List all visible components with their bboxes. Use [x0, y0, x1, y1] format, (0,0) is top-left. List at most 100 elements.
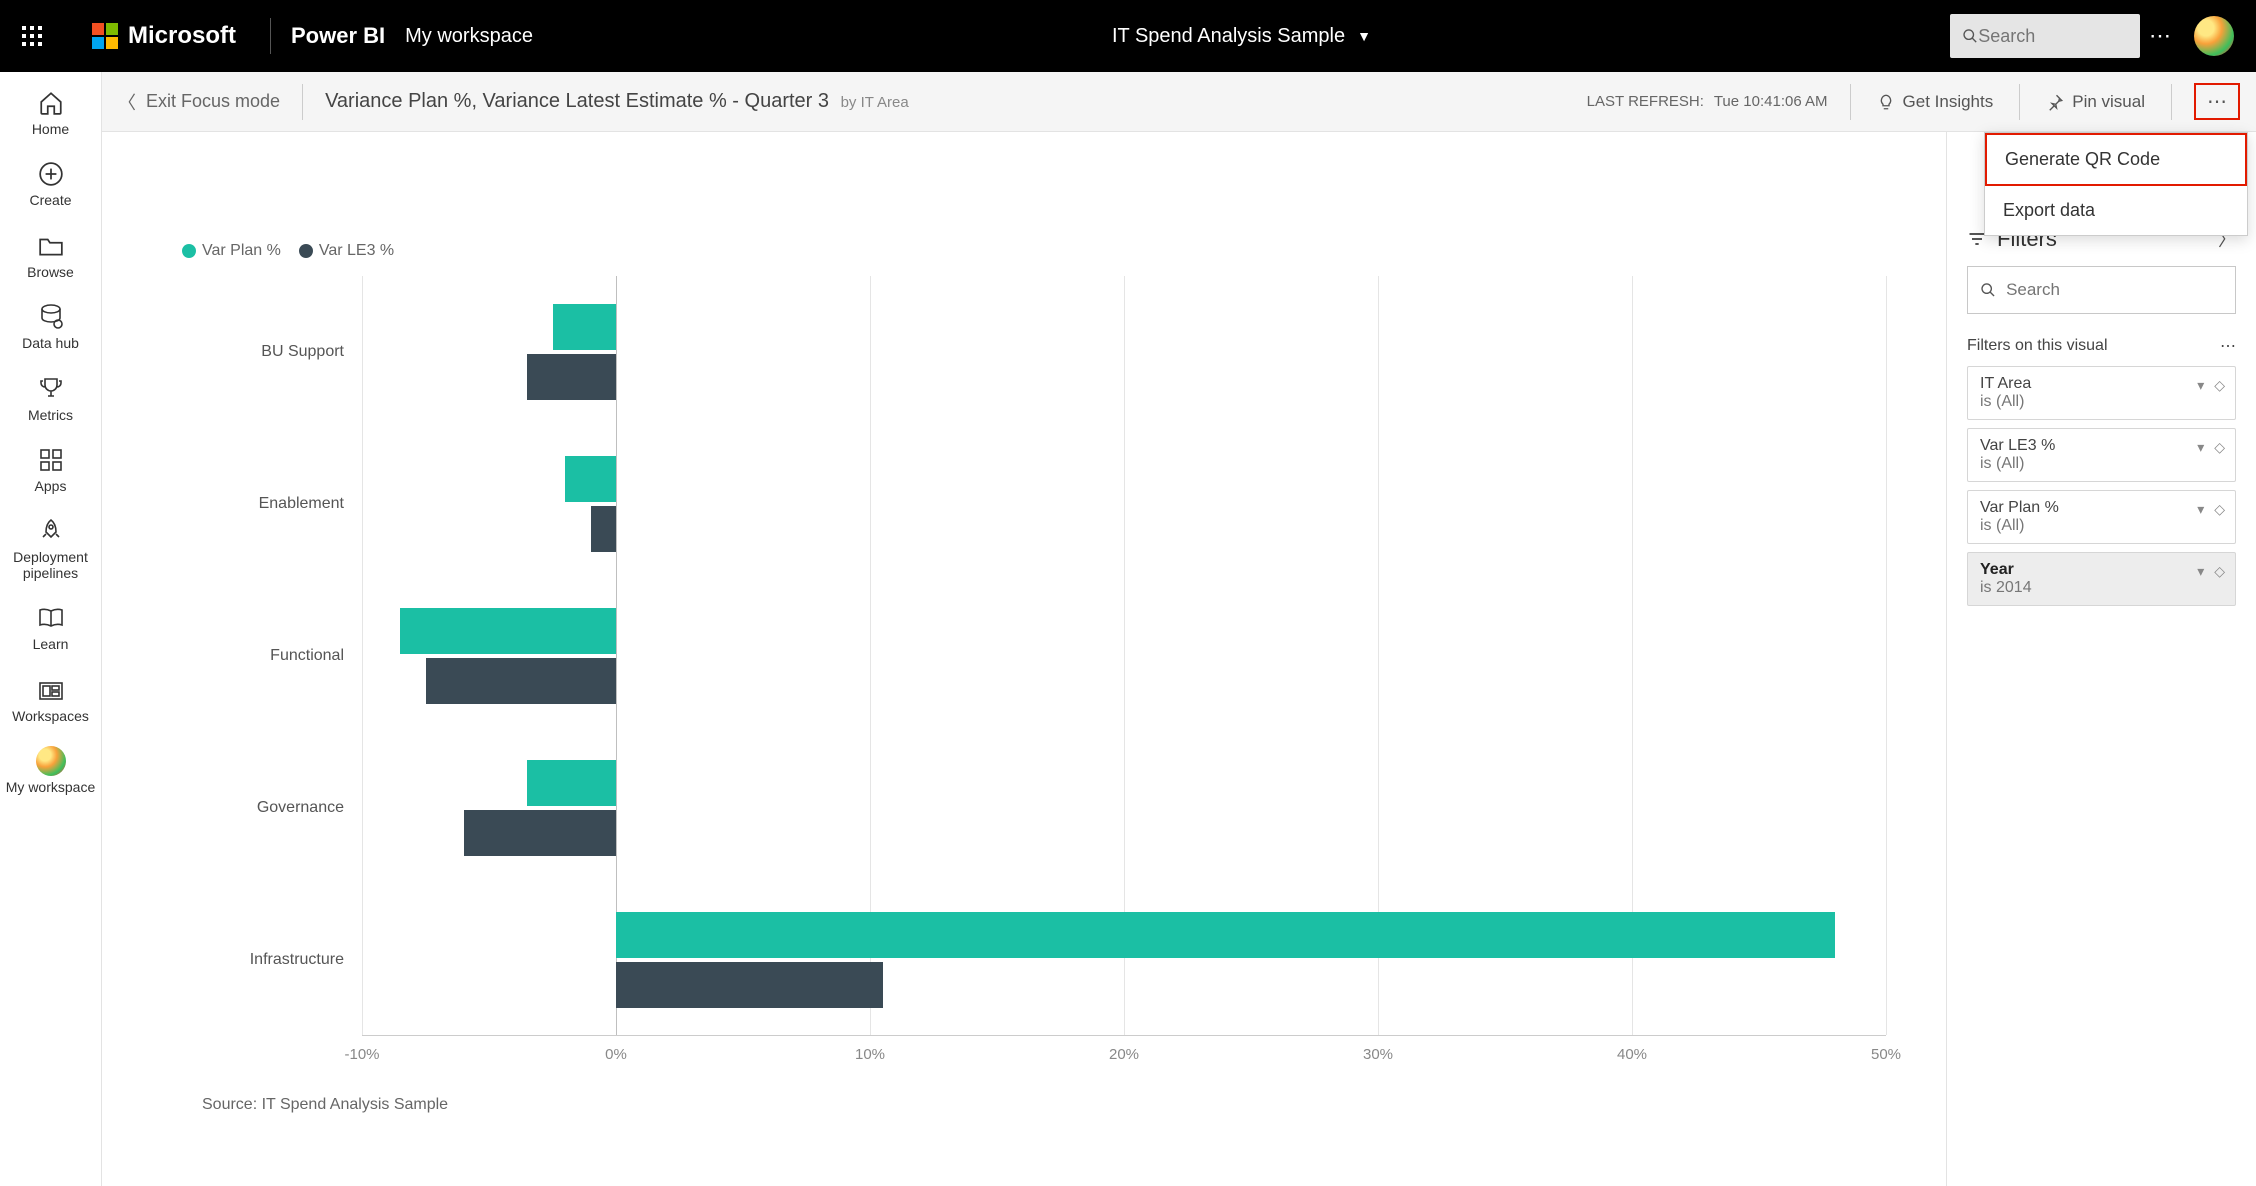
exit-focus-mode[interactable]: 〈 Exit Focus mode	[118, 89, 280, 115]
chart-source: Source: IT Spend Analysis Sample	[202, 1096, 1916, 1114]
bar[interactable]	[464, 810, 616, 856]
chevron-left-icon: 〈	[118, 89, 136, 115]
rail-workspaces[interactable]: Workspaces	[0, 665, 101, 736]
chart-plot[interactable]	[362, 276, 1886, 1036]
chevron-down-icon[interactable]: ▾	[2197, 439, 2204, 456]
eraser-icon[interactable]: ◇	[2214, 501, 2225, 518]
bar[interactable]	[565, 456, 616, 502]
bar[interactable]	[616, 912, 1835, 958]
filters-search[interactable]	[1967, 266, 2236, 314]
filter-value: is (All)	[1980, 393, 2223, 411]
report-title: IT Spend Analysis Sample	[1112, 25, 1345, 48]
subheader-divider-4	[2171, 84, 2172, 120]
last-refresh: LAST REFRESH: Tue 10:41:06 AM	[1587, 93, 1828, 110]
lightbulb-icon	[1877, 93, 1895, 111]
database-icon	[39, 302, 63, 332]
global-search-input[interactable]	[1978, 26, 2128, 47]
visual-title: Variance Plan %, Variance Latest Estimat…	[325, 90, 909, 113]
chevron-down-icon[interactable]: ▾	[2197, 501, 2204, 518]
bar[interactable]	[527, 760, 616, 806]
home-icon	[38, 88, 64, 118]
filter-card[interactable]: Year is 2014 ▾ ◇	[1967, 552, 2236, 606]
legend-swatch-dark	[299, 244, 313, 258]
filters-panel: Filters 〉 Filters on this visual ⋯ IT Ar…	[1946, 132, 2256, 1186]
app-launcher-icon[interactable]	[12, 26, 52, 46]
y-axis-labels: BU SupportEnablementFunctionalGovernance…	[182, 276, 362, 1036]
rail-browse[interactable]: Browse	[0, 221, 101, 292]
filter-name: Year	[1980, 561, 2223, 579]
y-tick-label: Functional	[184, 647, 344, 665]
rail-metrics[interactable]: Metrics	[0, 364, 101, 435]
header-divider	[270, 18, 271, 54]
x-tick-label: 20%	[1109, 1046, 1139, 1063]
user-avatar[interactable]	[2194, 16, 2234, 56]
bar[interactable]	[400, 608, 616, 654]
book-icon	[38, 603, 64, 633]
filter-card[interactable]: Var Plan % is (All) ▾ ◇	[1967, 490, 2236, 544]
powerbi-label[interactable]: Power BI	[291, 23, 385, 49]
menu-generate-qr[interactable]: Generate QR Code	[1985, 133, 2247, 186]
rail-home[interactable]: Home	[0, 78, 101, 149]
bar[interactable]	[426, 658, 617, 704]
top-header: Microsoft Power BI My workspace IT Spend…	[0, 0, 2256, 72]
subheader-divider	[302, 84, 303, 120]
bar[interactable]	[591, 506, 616, 552]
filter-card[interactable]: IT Area is (All) ▾ ◇	[1967, 366, 2236, 420]
more-icon[interactable]: ⋯	[2220, 336, 2236, 356]
chevron-down-icon: ▼	[1357, 28, 1371, 44]
x-tick-label: 10%	[855, 1046, 885, 1063]
eraser-icon[interactable]: ◇	[2214, 439, 2225, 456]
menu-export-data[interactable]: Export data	[1985, 186, 2247, 235]
bar[interactable]	[527, 354, 616, 400]
rail-create[interactable]: Create	[0, 149, 101, 220]
workspaces-icon	[38, 675, 64, 705]
header-more-icon[interactable]: ⋯	[2140, 23, 2180, 49]
report-title-dropdown[interactable]: IT Spend Analysis Sample ▼	[533, 25, 1950, 48]
workspace-breadcrumb[interactable]: My workspace	[405, 25, 533, 48]
eraser-icon[interactable]: ◇	[2214, 563, 2225, 580]
legend-item-var-le3[interactable]: Var LE3 %	[299, 242, 394, 260]
rail-apps[interactable]: Apps	[0, 435, 101, 506]
legend-item-var-plan[interactable]: Var Plan %	[182, 242, 281, 260]
rail-datahub[interactable]: Data hub	[0, 292, 101, 363]
chevron-down-icon[interactable]: ▾	[2197, 377, 2204, 394]
pin-visual-button[interactable]: Pin visual	[2042, 92, 2149, 112]
filter-value: is (All)	[1980, 517, 2223, 535]
filter-value: is 2014	[1980, 579, 2223, 597]
y-tick-label: Infrastructure	[184, 951, 344, 969]
left-nav-rail: Home Create Browse Data hub Metrics Apps…	[0, 72, 102, 1186]
filter-value: is (All)	[1980, 455, 2223, 473]
x-axis-labels: -10%0%10%20%30%40%50%	[362, 1046, 1886, 1076]
filter-name: Var LE3 %	[1980, 437, 2223, 455]
x-tick-label: 50%	[1871, 1046, 1901, 1063]
visual-canvas: Var Plan % Var LE3 % BU SupportEnablemen…	[102, 132, 1946, 1186]
more-options-highlight: ⋯	[2194, 83, 2240, 120]
rail-learn[interactable]: Learn	[0, 593, 101, 664]
x-tick-label: 0%	[605, 1046, 627, 1063]
chevron-down-icon[interactable]: ▾	[2197, 563, 2204, 580]
eraser-icon[interactable]: ◇	[2214, 377, 2225, 394]
y-tick-label: BU Support	[184, 343, 344, 361]
rail-deployment[interactable]: Deployment pipelines	[0, 506, 101, 593]
rocket-icon	[39, 516, 63, 546]
search-icon	[1980, 281, 1996, 299]
filters-search-input[interactable]	[2006, 280, 2223, 300]
chart-legend: Var Plan % Var LE3 %	[182, 242, 1916, 260]
filter-name: Var Plan %	[1980, 499, 2223, 517]
pin-icon	[2046, 93, 2064, 111]
page-sub-header: 〈 Exit Focus mode Variance Plan %, Varia…	[102, 72, 2256, 132]
more-options-button[interactable]: ⋯	[2202, 89, 2232, 114]
folder-icon	[38, 231, 64, 261]
y-tick-label: Governance	[184, 799, 344, 817]
filter-card[interactable]: Var LE3 % is (All) ▾ ◇	[1967, 428, 2236, 482]
plus-circle-icon	[38, 159, 64, 189]
trophy-icon	[39, 374, 63, 404]
microsoft-logo-icon	[92, 23, 118, 49]
rail-myworkspace[interactable]: My workspace	[0, 736, 101, 807]
bar[interactable]	[616, 962, 883, 1008]
subheader-divider-3	[2019, 84, 2020, 120]
global-search[interactable]	[1950, 14, 2140, 58]
bar[interactable]	[553, 304, 617, 350]
get-insights-button[interactable]: Get Insights	[1873, 92, 1998, 112]
filter-name: IT Area	[1980, 375, 2223, 393]
